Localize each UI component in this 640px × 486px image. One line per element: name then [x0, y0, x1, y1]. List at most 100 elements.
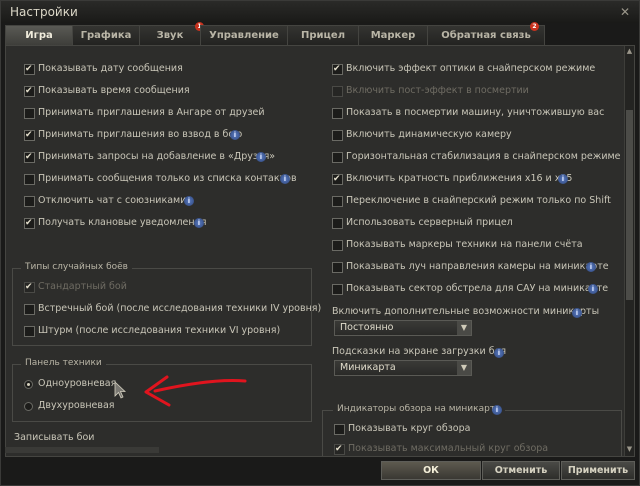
checkbox-label: Горизонтальная стабилизация в снайперско… [346, 151, 621, 162]
checkbox[interactable] [24, 150, 35, 164]
info-icon[interactable]: i [492, 405, 502, 415]
scroll-up-icon[interactable]: ▲ [625, 46, 634, 56]
tab-label: Игра [25, 30, 53, 41]
checkbox-optics-effect[interactable]: Включить эффект оптики в снайперском реж… [332, 62, 622, 76]
checkbox[interactable] [24, 62, 35, 76]
horizontal-scrollbar[interactable] [5, 447, 159, 453]
checkbox-accept-garage-invites[interactable]: Принимать приглашения в Ангаре от друзей [24, 106, 314, 120]
tab-label: Управление [209, 30, 279, 41]
checkbox-show-killer[interactable]: Показать в посмертии машину, уничтожившу… [332, 106, 622, 120]
checkbox-camera-ray-minimap[interactable]: Показывать луч направления камеры на мин… [332, 260, 622, 274]
radio-button[interactable] [24, 380, 33, 389]
radio-button[interactable] [24, 402, 33, 411]
checkbox-server-reticle[interactable]: Использовать серверный прицел [332, 216, 622, 230]
checkbox-label: Показывать круг обзора [348, 423, 471, 434]
minimap-extra-label: Включить дополнительные возможности мини… [332, 306, 600, 317]
loading-hints-select[interactable]: Миникарта ▼ [334, 360, 472, 376]
feedback-notification-badge: 2 [530, 22, 539, 31]
checkbox-assault-battle[interactable]: Штурм (после исследования техники VI уро… [24, 324, 304, 338]
window-title: Настройки [10, 5, 78, 19]
checkbox[interactable] [24, 84, 35, 98]
checkbox-label: Включить эффект оптики в снайперском реж… [346, 63, 596, 74]
dialog-button-bar: ОК Отменить Применить [5, 457, 635, 481]
apply-button[interactable]: Применить [561, 461, 635, 480]
info-icon[interactable]: i [194, 218, 204, 228]
checkbox-accept-platoon-invites[interactable]: Принимать приглашения во взвод в бою i [24, 128, 314, 142]
cancel-button[interactable]: Отменить [482, 461, 560, 480]
checkbox-accept-friend-requests[interactable]: Принимать запросы на добавление в «Друзь… [24, 150, 314, 164]
checkbox-label: Переключение в снайперский режим только … [346, 195, 611, 206]
info-icon[interactable]: i [586, 262, 596, 272]
group-title: Типы случайных боёв [21, 262, 132, 272]
red-annotation-arrow-icon [144, 375, 247, 407]
battle-types-group: Типы случайных боёв Стандартный бой Встр… [12, 262, 321, 346]
checkbox[interactable] [24, 196, 35, 207]
scrollbar-thumb[interactable] [626, 110, 633, 300]
checkbox-view-circle[interactable]: Показывать круг обзора [334, 422, 614, 436]
checkbox[interactable] [24, 326, 35, 337]
tab-controls[interactable]: Управление [200, 25, 288, 45]
checkbox-dynamic-camera[interactable]: Включить динамическую камеру [332, 128, 622, 142]
checkbox-label: Принимать приглашения во взвод в бою [38, 129, 243, 140]
info-icon[interactable]: i [230, 130, 240, 140]
checkbox-clan-notifications[interactable]: Получать клановые уведомления i [24, 216, 314, 230]
info-icon[interactable]: i [280, 174, 290, 184]
checkbox-contacts-only-messages[interactable]: Принимать сообщения только из списка кон… [24, 172, 314, 186]
info-icon[interactable]: i [588, 284, 598, 294]
info-icon[interactable]: i [256, 152, 266, 162]
radio-label: Одноуровневая [38, 378, 117, 389]
close-icon[interactable]: ✕ [618, 5, 632, 19]
mouse-cursor-icon [114, 381, 127, 399]
checkbox[interactable] [24, 128, 35, 142]
checkbox[interactable] [332, 218, 343, 229]
minimap-extra-select[interactable]: Постоянно ▼ [334, 320, 472, 336]
tab-sound[interactable]: Звук 1 [139, 22, 204, 45]
checkbox-sniper-shift-only[interactable]: Переключение в снайперский режим только … [332, 194, 622, 208]
checkbox[interactable] [332, 108, 343, 119]
checkbox-label: Включить пост-эффект в посмертии [346, 85, 529, 96]
checkbox-label: Встречный бой (после исследования техник… [38, 303, 322, 314]
checkbox[interactable] [24, 216, 35, 230]
select-value: Постоянно [340, 322, 394, 333]
checkbox[interactable] [332, 196, 343, 207]
checkbox[interactable] [334, 424, 345, 435]
checkbox[interactable] [332, 152, 343, 163]
checkbox-show-message-date[interactable]: Показывать дату сообщения [24, 62, 314, 76]
checkbox[interactable] [332, 172, 343, 186]
tab-sight[interactable]: Прицел [287, 25, 359, 45]
checkbox-encounter-battle[interactable]: Встречный бой (после исследования техник… [24, 302, 321, 316]
settings-window: Настройки ✕ Игра Графика Звук 1 Управлен… [0, 0, 640, 486]
radio-two-tier[interactable]: Двухуровневая [24, 399, 144, 413]
checkbox-spg-sector-minimap[interactable]: Показывать сектор обстрела для САУ на ми… [332, 282, 622, 296]
tab-game[interactable]: Игра [5, 25, 73, 45]
tab-marker[interactable]: Маркер [358, 25, 428, 45]
checkbox[interactable] [24, 108, 35, 119]
checkbox[interactable] [332, 240, 343, 251]
checkbox[interactable] [24, 304, 35, 315]
info-icon[interactable]: i [572, 308, 582, 318]
scroll-down-icon[interactable]: ▼ [625, 444, 634, 454]
checkbox-label: Показывать время сообщения [38, 85, 190, 96]
checkbox[interactable] [332, 284, 343, 295]
checkbox-label: Включить кратность приближения x16 и x25 [346, 173, 573, 184]
vertical-scrollbar[interactable]: ▲ ▼ [624, 46, 634, 456]
checkbox[interactable] [332, 62, 343, 76]
ok-button[interactable]: ОК [381, 461, 481, 480]
tab-feedback[interactable]: Обратная связь 2 [427, 22, 545, 45]
tab-label: Обратная связь [441, 30, 531, 41]
checkbox[interactable] [332, 262, 343, 273]
info-icon[interactable]: i [184, 196, 194, 206]
checkbox-zoom-x16-x25[interactable]: Включить кратность приближения x16 и x25… [332, 172, 622, 186]
info-icon[interactable]: i [494, 348, 504, 358]
info-icon[interactable]: i [558, 174, 568, 184]
select-value: Миникарта [340, 362, 396, 373]
checkbox-score-panel-markers[interactable]: Показывать маркеры техники на панели счё… [332, 238, 622, 252]
checkbox-show-message-time[interactable]: Показывать время сообщения [24, 84, 314, 98]
checkbox[interactable] [24, 174, 35, 185]
checkbox[interactable] [332, 130, 343, 141]
tab-graphics[interactable]: Графика [72, 25, 140, 45]
checkbox-standard-battle: Стандартный бой [24, 280, 304, 294]
checkbox-disable-ally-chat[interactable]: Отключить чат с союзниками i [24, 194, 314, 208]
checkbox-horizontal-stabilization[interactable]: Горизонтальная стабилизация в снайперско… [332, 150, 622, 164]
checkbox-label: Показывать луч направления камеры на мин… [346, 261, 609, 272]
